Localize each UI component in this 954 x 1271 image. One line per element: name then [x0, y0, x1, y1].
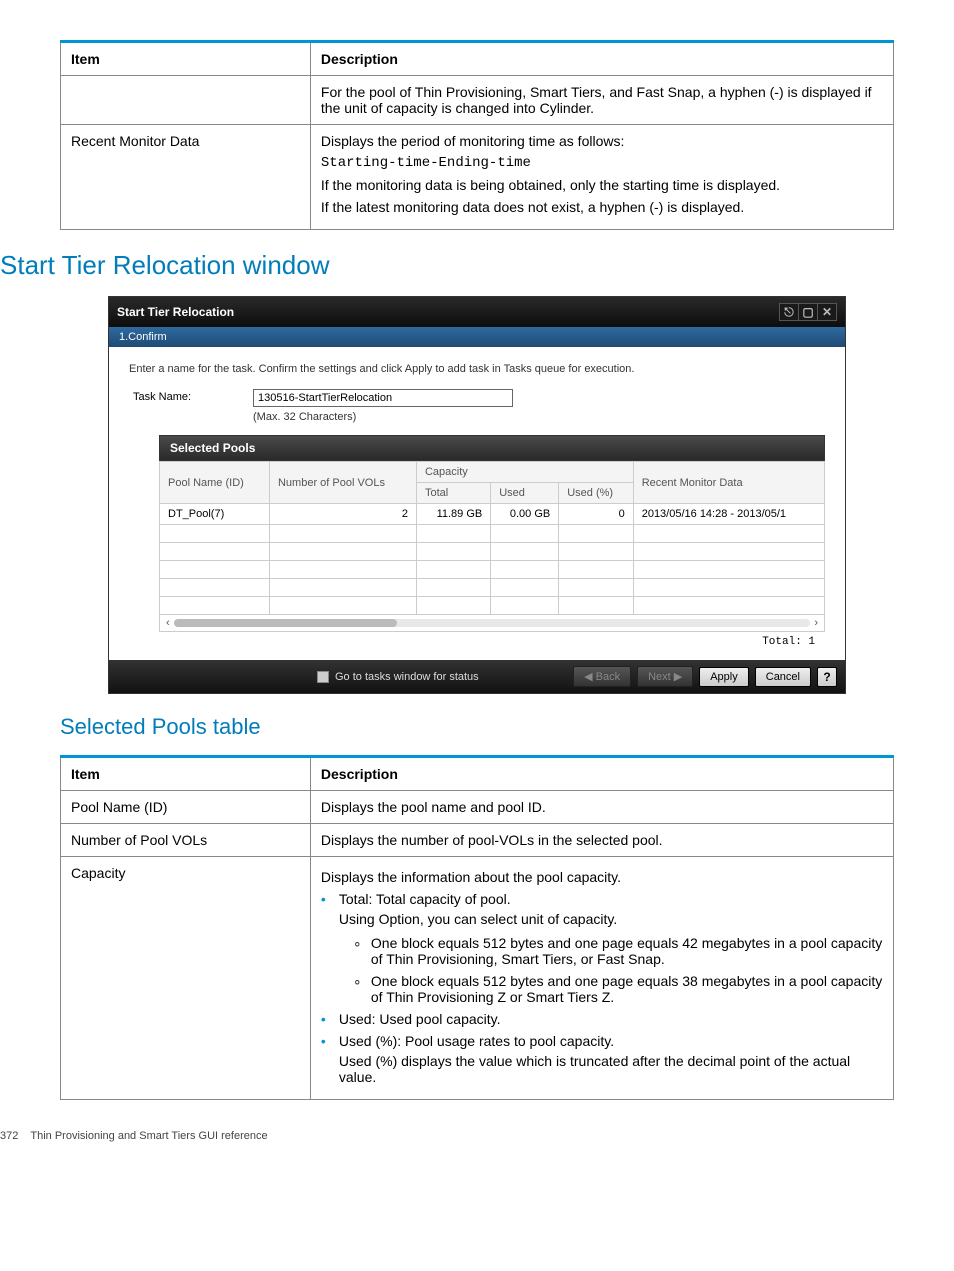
col-used: Used	[491, 483, 559, 504]
cell-used: 0.00 GB	[491, 504, 559, 525]
dialog-title: Start Tier Relocation	[117, 305, 234, 319]
col-usedpct: Used (%)	[559, 483, 633, 504]
r3-b1s: Using Option, you can select unit of cap…	[339, 911, 883, 927]
cell-num: 2	[269, 504, 416, 525]
col-poolname: Pool Name (ID)	[160, 462, 270, 504]
page-number: 372	[0, 1130, 18, 1142]
r3-item: Capacity	[61, 857, 311, 1100]
help-icon[interactable]: ?	[817, 667, 837, 687]
task-name-input[interactable]	[253, 389, 513, 407]
total-line: Total: 1	[159, 632, 825, 650]
r1-desc: Displays the pool name and pool ID.	[310, 791, 893, 824]
col-capacity: Capacity	[416, 462, 633, 483]
th-desc2: Description	[321, 766, 398, 782]
cancel-button[interactable]: Cancel	[755, 667, 811, 687]
page-footer: 372 Thin Provisioning and Smart Tiers GU…	[0, 1130, 894, 1142]
r3-b3: Used (%): Pool usage rates to pool capac…	[339, 1033, 614, 1049]
cell-total: 11.89 GB	[416, 504, 490, 525]
row2-desc-a: Displays the period of monitoring time a…	[321, 133, 883, 149]
task-name-hint: (Max. 32 Characters)	[253, 411, 513, 423]
col-recent: Recent Monitor Data	[633, 462, 824, 504]
apply-button[interactable]: Apply	[699, 667, 749, 687]
r3-c1: One block equals 512 bytes and one page …	[367, 935, 883, 967]
close-icon[interactable]: ✕	[817, 303, 837, 321]
dialog-instruction: Enter a name for the task. Confirm the s…	[129, 363, 825, 375]
chevron-left-icon[interactable]: ‹	[166, 617, 170, 629]
row2-item: Recent Monitor Data	[71, 133, 199, 149]
r2-desc: Displays the number of pool-VOLs in the …	[310, 824, 893, 857]
col-total: Total	[416, 483, 490, 504]
cell-pool: DT_Pool(7)	[160, 504, 270, 525]
main-heading: Start Tier Relocation window	[0, 250, 894, 281]
selected-pools-header: Selected Pools	[159, 435, 825, 461]
th-item2: Item	[71, 766, 100, 782]
r1-item: Pool Name (ID)	[61, 791, 311, 824]
cell-recent: 2013/05/16 14:28 - 2013/05/1	[633, 504, 824, 525]
r3-intro: Displays the information about the pool …	[321, 869, 883, 885]
table-row[interactable]: DT_Pool(7) 2 11.89 GB 0.00 GB 0 2013/05/…	[160, 504, 825, 525]
sub-heading: Selected Pools table	[60, 714, 894, 740]
row2-desc-c: If the monitoring data is being obtained…	[321, 177, 883, 193]
row2-desc-b: Starting-time-Ending-time	[321, 155, 883, 171]
cell-usedpct: 0	[559, 504, 633, 525]
r3-c2: One block equals 512 bytes and one page …	[367, 973, 883, 1005]
next-button[interactable]: Next ▶	[637, 666, 693, 687]
dialog-titlebar: Start Tier Relocation ⎋ ▢ ✕	[109, 297, 845, 327]
dialog: Start Tier Relocation ⎋ ▢ ✕ 1.Confirm En…	[108, 296, 846, 694]
dialog-step: 1.Confirm	[109, 327, 845, 347]
r3-b1: Total: Total capacity of pool.	[339, 891, 511, 907]
footer-text: Thin Provisioning and Smart Tiers GUI re…	[30, 1130, 267, 1142]
task-name-label: Task Name:	[133, 389, 253, 403]
chevron-right-icon[interactable]: ›	[814, 617, 818, 629]
horizontal-scrollbar[interactable]: ‹ ›	[159, 615, 825, 632]
go-to-tasks-checkbox[interactable]	[317, 671, 329, 683]
filter-icon[interactable]: ⎋	[779, 303, 799, 321]
back-button[interactable]: ◀ Back	[573, 666, 631, 687]
th-item: Item	[71, 51, 100, 67]
th-desc: Description	[321, 51, 398, 67]
selected-pools-table: Pool Name (ID) Number of Pool VOLs Capac…	[159, 461, 825, 615]
selected-pools-desc-table: Item Description Pool Name (ID) Displays…	[60, 755, 894, 1100]
col-numvols: Number of Pool VOLs	[269, 462, 416, 504]
row2-desc-d: If the latest monitoring data does not e…	[321, 199, 883, 215]
r3-b3s: Used (%) displays the value which is tru…	[339, 1053, 883, 1085]
go-to-tasks-label: Go to tasks window for status	[335, 671, 479, 683]
restore-icon[interactable]: ▢	[798, 303, 818, 321]
r2-item: Number of Pool VOLs	[61, 824, 311, 857]
row1-desc: For the pool of Thin Provisioning, Smart…	[321, 84, 872, 116]
top-info-table: Item Description For the pool of Thin Pr…	[60, 40, 894, 230]
r3-b2: Used: Used pool capacity.	[335, 1011, 883, 1027]
